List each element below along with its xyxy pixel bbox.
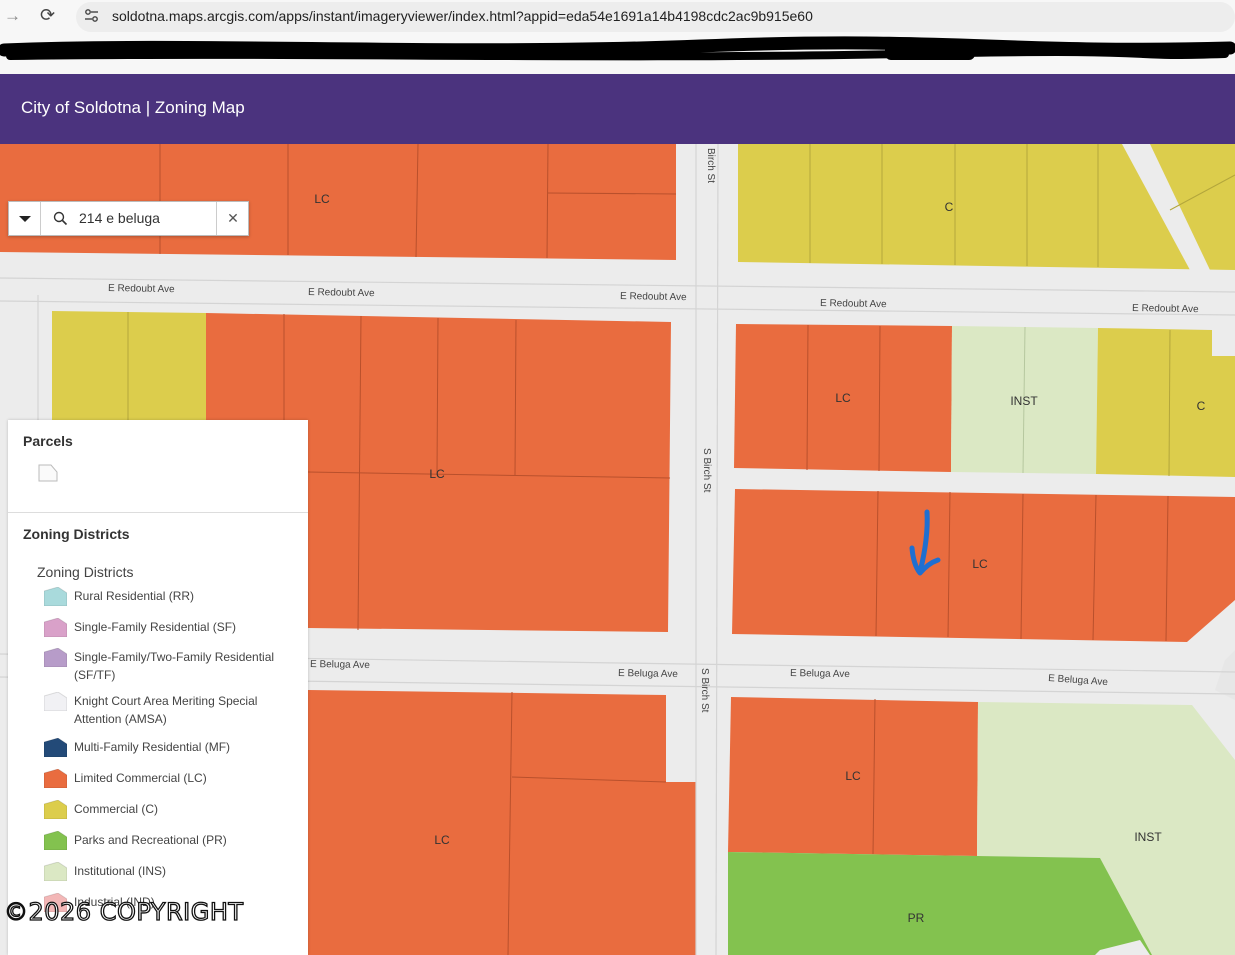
street-label-birch: S Birch St <box>701 448 712 493</box>
app-title: City of Soldotna | Zoning Map <box>21 98 245 117</box>
street-label-beluga: E Beluga Ave <box>790 668 850 680</box>
search-widget: ✕ <box>8 201 249 236</box>
legend-swatch <box>44 648 67 667</box>
zone-label-inst: INST <box>1010 394 1038 408</box>
street-label-redoubt: E Redoubt Ave <box>108 283 175 295</box>
app-header: City of Soldotna | Zoning Map <box>0 74 1235 144</box>
legend-swatch <box>44 738 67 757</box>
legend-swatch <box>44 800 67 819</box>
url-text[interactable]: soldotna.maps.arcgis.com/apps/instant/im… <box>112 8 813 24</box>
redaction-scribble <box>0 36 1235 61</box>
legend-zoning-subtitle: Zoning Districts <box>37 564 134 580</box>
zone-label-c: C <box>945 200 954 214</box>
street-label-redoubt: E Redoubt Ave <box>620 291 687 303</box>
street-label-beluga: E Beluga Ave <box>618 668 678 680</box>
parcel-block-top-right[interactable] <box>738 144 1235 270</box>
legend-panel: Parcels Zoning Districts Zoning District… <box>8 420 308 955</box>
legend-divider <box>8 512 308 513</box>
parcel-outline-icon <box>38 464 58 482</box>
legend-swatch <box>44 692 67 711</box>
parcel-block-middle-right-upper[interactable] <box>734 324 1235 477</box>
zone-label-lc: LC <box>835 391 851 405</box>
search-input[interactable] <box>79 207 214 229</box>
legend-swatch <box>44 618 67 637</box>
parcel-block-bottom-left[interactable] <box>308 690 696 955</box>
browser-toolbar: → ⟳ soldotna.maps.arcgis.com/apps/instan… <box>0 0 1235 34</box>
zone-label-lc: LC <box>845 769 861 783</box>
clear-search-button[interactable]: ✕ <box>216 202 249 235</box>
street-label-redoubt: E Redoubt Ave <box>308 287 375 299</box>
site-settings-icon[interactable] <box>84 8 99 23</box>
parcel-block-bottom-right[interactable] <box>728 697 1235 955</box>
street-label-beluga: E Beluga Ave <box>1048 673 1109 688</box>
legend-swatch <box>44 587 67 606</box>
street-label-birch: S Birch St <box>699 668 710 713</box>
legend-parcels-title: Parcels <box>23 433 73 449</box>
bookmarks-bar <box>0 34 1235 74</box>
zone-label-inst: INST <box>1134 830 1162 844</box>
legend-swatch <box>44 831 67 850</box>
search-source-dropdown[interactable] <box>9 202 41 235</box>
reload-icon[interactable]: ⟳ <box>40 5 55 26</box>
legend-swatch <box>44 862 67 881</box>
zone-label-pr: PR <box>908 911 925 925</box>
legend-zoning-title: Zoning Districts <box>23 526 130 542</box>
street-label-redoubt: E Redoubt Ave <box>1132 303 1199 315</box>
street-label-beluga: E Beluga Ave <box>310 659 370 671</box>
zone-label-lc: LC <box>434 833 450 847</box>
zone-label-c: C <box>1197 399 1206 413</box>
street-label-birch: Birch St <box>705 148 716 183</box>
search-icon <box>53 211 68 226</box>
zone-label-lc: LC <box>972 557 988 571</box>
zone-label-lc: LC <box>429 467 445 481</box>
forward-icon[interactable]: → <box>4 6 21 26</box>
legend-swatch <box>44 769 67 788</box>
zone-label-lc: LC <box>314 192 330 206</box>
copyright-watermark: ©2026 COPYRIGHT <box>3 897 244 926</box>
street-label-redoubt: E Redoubt Ave <box>820 298 887 310</box>
